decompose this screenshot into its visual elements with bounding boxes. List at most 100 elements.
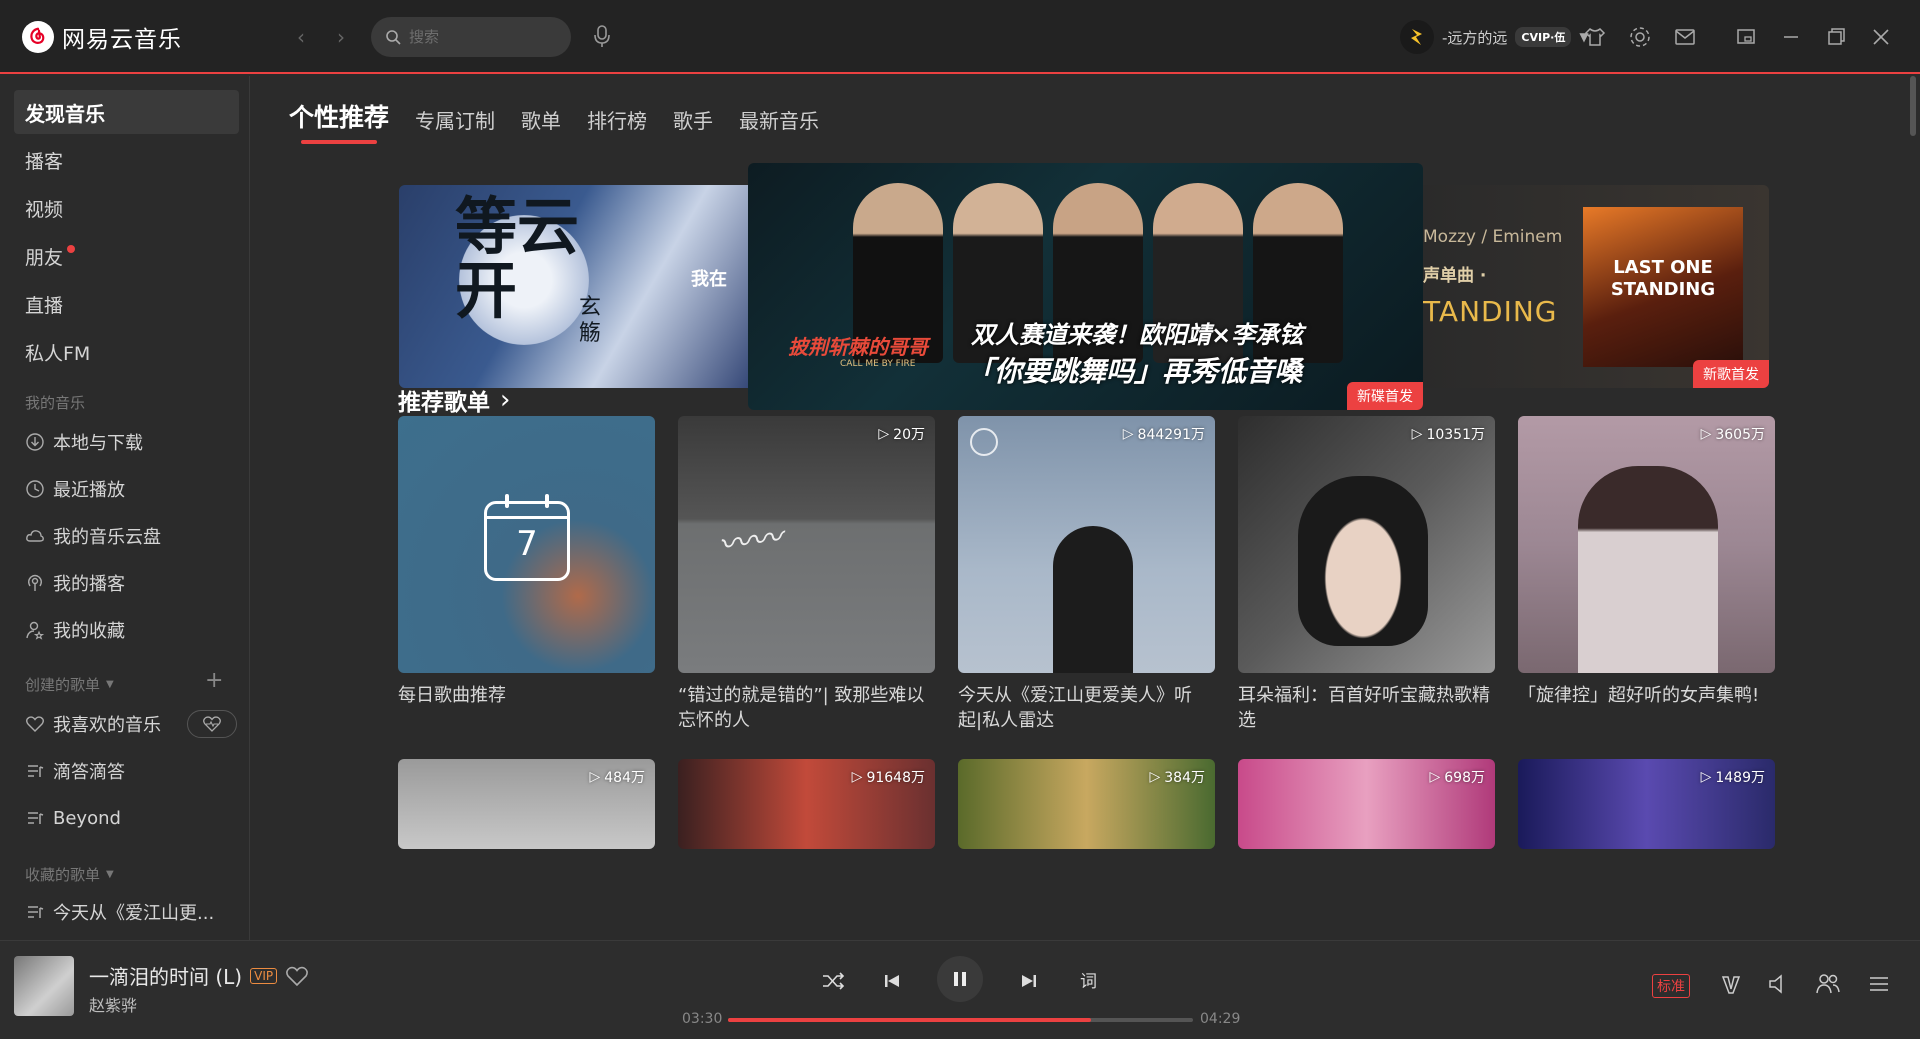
- playlist-cover[interactable]: ▷ 91648万: [678, 759, 935, 849]
- progress-bar[interactable]: [728, 1018, 1193, 1022]
- play-count: ▷ 484万: [589, 767, 645, 787]
- play-count: ▷ 698万: [1429, 767, 1485, 787]
- sidebar-item-podcast[interactable]: 播客: [14, 138, 239, 182]
- banner-right-sub: 声单曲 ·: [1423, 266, 1487, 286]
- playlist-title[interactable]: 耳朵福利：百首好听宝藏热歌精选: [1238, 683, 1495, 733]
- skin-icon[interactable]: [1582, 24, 1608, 50]
- search-box[interactable]: [371, 17, 571, 57]
- mail-icon[interactable]: [1672, 24, 1698, 50]
- close-icon[interactable]: [1868, 24, 1894, 50]
- maximize-icon[interactable]: [1823, 24, 1849, 50]
- sidebar-item-cloud[interactable]: 我的音乐云盘: [14, 514, 239, 558]
- album-art-last-one-standing: LAST ONE STANDING: [1583, 207, 1743, 367]
- created-playlists-header[interactable]: 创建的歌单 ▼: [25, 674, 114, 695]
- sidebar-item-recent[interactable]: 最近播放: [14, 467, 239, 511]
- username[interactable]: -远方的远: [1442, 27, 1507, 48]
- playlist-card[interactable]: ▷ 91648万: [678, 759, 935, 849]
- now-playing-title[interactable]: 一滴泪的时间 (L): [89, 961, 242, 990]
- now-playing-artist[interactable]: 赵紫骅: [89, 992, 137, 1016]
- collected-playlists-header[interactable]: 收藏的歌单 ▼: [25, 864, 114, 885]
- sidebar-item-favorites[interactable]: 我的收藏: [14, 608, 239, 652]
- sidebar-item-discover[interactable]: 发现音乐: [14, 90, 239, 134]
- play-count: ▷ 844291万: [1123, 424, 1205, 444]
- playlist-cover[interactable]: ▷ 384万: [958, 759, 1215, 849]
- vip-badge[interactable]: CVIP·伍: [1515, 27, 1572, 47]
- app-logo[interactable]: 网易云音乐: [22, 20, 182, 54]
- playlist-cover[interactable]: ▷ 698万: [1238, 759, 1495, 849]
- quality-button[interactable]: 标准: [1652, 974, 1690, 998]
- playlist-card[interactable]: ▷ 10351万 耳朵福利：百首好听宝藏热歌精选: [1238, 416, 1495, 733]
- heart-icon[interactable]: [285, 965, 309, 987]
- playlist-card-daily[interactable]: 7 每日歌曲推荐: [398, 416, 655, 708]
- playlist-cover[interactable]: 7: [398, 416, 655, 673]
- sidebar-item-collected-playlist[interactable]: 今天从《爱江山更...: [14, 890, 239, 934]
- download-icon: [26, 433, 44, 451]
- back-arrow-icon[interactable]: ‹: [288, 24, 314, 50]
- sidebar-item-playlist-beyond[interactable]: Beyond: [14, 796, 239, 840]
- banner-left[interactable]: 等云开 玄觞 我在: [399, 185, 759, 388]
- sidebar-item-playlist-didadida[interactable]: 滴答滴答: [14, 749, 239, 793]
- playlist-card[interactable]: 〰〰 ▷ 20万 “错过的就是错的”| 致那些难以忘怀的人: [678, 416, 935, 733]
- search-icon: [386, 30, 401, 45]
- now-playing-cover[interactable]: [14, 956, 74, 1016]
- playlist-title[interactable]: 今天从《爱江山更爱美人》听起|私人雷达: [958, 683, 1215, 733]
- playlist-title[interactable]: 每日歌曲推荐: [398, 683, 655, 708]
- banner-right[interactable]: Mozzy / Eminem 声单曲 · TANDING LAST ONE ST…: [1413, 185, 1769, 388]
- playlist-card[interactable]: ▷ 1489万: [1518, 759, 1775, 849]
- tab-new-music[interactable]: 最新音乐: [739, 105, 819, 144]
- sidebar-item-local-download[interactable]: 本地与下载: [14, 420, 239, 464]
- shuffle-icon[interactable]: [818, 966, 848, 996]
- gear-icon[interactable]: [1627, 24, 1653, 50]
- banner-center[interactable]: 披荆斩棘的哥哥 CALL ME BY FIRE 双人赛道来袭！欧阳靖×李承铉 「…: [748, 163, 1423, 410]
- previous-icon[interactable]: [877, 966, 907, 996]
- heartbeat-mode-button[interactable]: [187, 710, 237, 738]
- avatar[interactable]: [1400, 20, 1434, 54]
- playlist-queue-icon[interactable]: [1864, 969, 1894, 999]
- sidebar-item-video[interactable]: 视频: [14, 186, 239, 230]
- playlist-cover[interactable]: ▷ 484万: [398, 759, 655, 849]
- playlist-card[interactable]: ▷ 484万: [398, 759, 655, 849]
- playlist-cover[interactable]: 〰〰 ▷ 20万: [678, 416, 935, 673]
- sidebar-item-fm[interactable]: 私人FM: [14, 330, 239, 374]
- playlist-title[interactable]: 「旋律控」超好听的女声集鸭!: [1518, 683, 1775, 708]
- playlist-card[interactable]: ▷ 698万: [1238, 759, 1495, 849]
- playlist-cover[interactable]: ▷ 10351万: [1238, 416, 1495, 673]
- forward-arrow-icon[interactable]: ›: [328, 24, 354, 50]
- total-time: 04:29: [1200, 1011, 1241, 1027]
- user-menu[interactable]: -远方的远 CVIP·伍 ▼: [1400, 20, 1589, 54]
- album-art-text: LAST ONE STANDING: [1610, 257, 1716, 300]
- play-count-value: 698万: [1444, 770, 1485, 786]
- heart-icon: [26, 716, 44, 732]
- tab-exclusive[interactable]: 专属订制: [415, 105, 495, 144]
- sidebar-item-my-podcast[interactable]: 我的播客: [14, 561, 239, 605]
- recommended-playlists-header[interactable]: 推荐歌单 ›: [398, 383, 510, 417]
- playlist-title[interactable]: “错过的就是错的”| 致那些难以忘怀的人: [678, 683, 935, 733]
- playlist-card[interactable]: ▷ 844291万 今天从《爱江山更爱美人》听起|私人雷达: [958, 416, 1215, 733]
- minimize-icon[interactable]: [1778, 24, 1804, 50]
- playlist-cover[interactable]: ▷ 1489万: [1518, 759, 1775, 849]
- next-icon[interactable]: [1014, 966, 1044, 996]
- sidebar: 发现音乐 播客 视频 朋友 直播 私人FM 我的音乐 本地与下载 最近播放 我的…: [0, 76, 250, 940]
- listen-together-icon[interactable]: [1813, 969, 1843, 999]
- volume-icon[interactable]: [1764, 969, 1794, 999]
- sidebar-item-liked-music[interactable]: 我喜欢的音乐: [14, 702, 239, 746]
- play-count-value: 91648万: [866, 770, 925, 786]
- scrollbar[interactable]: [1910, 76, 1916, 136]
- playlist-cover[interactable]: ▷ 3605万: [1518, 416, 1775, 673]
- tab-charts[interactable]: 排行榜: [587, 105, 647, 144]
- tab-playlists[interactable]: 歌单: [521, 105, 561, 144]
- mini-mode-icon[interactable]: [1733, 24, 1759, 50]
- sidebar-item-friends[interactable]: 朋友: [14, 234, 239, 278]
- playlist-card[interactable]: ▷ 3605万 「旋律控」超好听的女声集鸭!: [1518, 416, 1775, 708]
- tab-personal-recommend[interactable]: 个性推荐: [289, 98, 389, 144]
- pause-button[interactable]: [937, 956, 983, 1002]
- playlist-card[interactable]: ▷ 384万: [958, 759, 1215, 849]
- lyrics-button[interactable]: 词: [1080, 967, 1097, 992]
- microphone-icon[interactable]: [588, 22, 616, 50]
- sidebar-item-live[interactable]: 直播: [14, 282, 239, 326]
- sound-effect-icon[interactable]: [1716, 969, 1746, 999]
- tab-artists[interactable]: 歌手: [673, 105, 713, 144]
- search-input[interactable]: [409, 28, 549, 46]
- playlist-cover[interactable]: ▷ 844291万: [958, 416, 1215, 673]
- add-playlist-icon[interactable]: +: [205, 668, 223, 693]
